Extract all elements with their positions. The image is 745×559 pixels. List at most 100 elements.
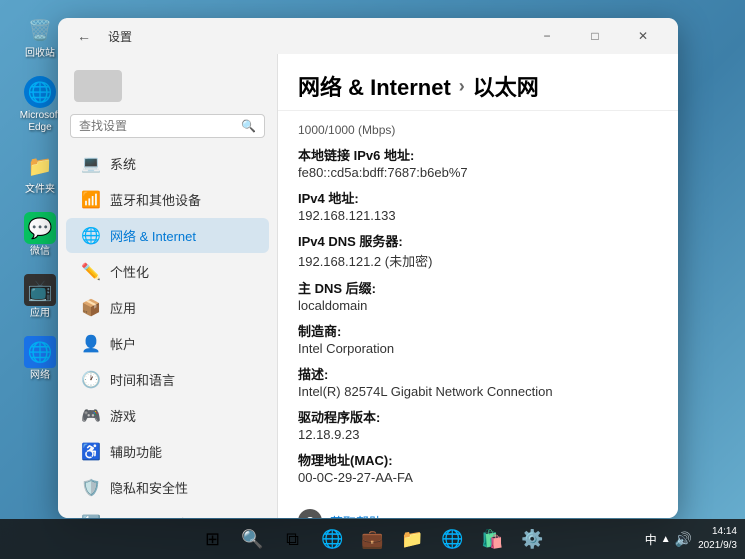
taskbar-taskview[interactable]: ⧉ xyxy=(275,521,311,557)
personalize-label: 个性化 xyxy=(110,262,149,281)
accessibility-label: 辅助功能 xyxy=(110,442,162,461)
accounts-label: 帐户 xyxy=(110,334,136,353)
taskbar-files[interactable]: 📁 xyxy=(395,521,431,557)
description-label: 描述: xyxy=(298,364,658,383)
sidebar-item-network[interactable]: 🌐 网络 & Internet xyxy=(66,218,269,253)
network-desktop-label: 网络 xyxy=(30,370,50,382)
description-value: Intel(R) 82574L Gigabit Network Connecti… xyxy=(298,384,658,399)
info-ipv4-section: IPv4 地址: 192.168.121.133 xyxy=(298,188,658,223)
sidebar-item-accessibility[interactable]: ♿ 辅助功能 xyxy=(66,434,269,469)
help-link-container[interactable]: ? 获取帮助 xyxy=(298,501,658,518)
bluetooth-label: 蓝牙和其他设备 xyxy=(110,190,201,209)
info-suffix-section: 主 DNS 后缀: localdomain xyxy=(298,278,658,313)
maximize-button[interactable]: □ xyxy=(572,20,618,52)
sidebar-header xyxy=(58,62,277,106)
privacy-icon: 🛡️ xyxy=(82,479,100,497)
sidebar-item-bluetooth[interactable]: 📶 蓝牙和其他设备 xyxy=(66,182,269,217)
tv-icon: 📺 xyxy=(24,274,56,306)
content-area: 🔍 💻 系统 📶 蓝牙和其他设备 🌐 网络 & Internet xyxy=(58,54,678,518)
taskbar-teams[interactable]: 💼 xyxy=(355,521,391,557)
breadcrumb-parent: 网络 & Internet xyxy=(298,70,451,102)
taskbar-start[interactable]: ⊞ xyxy=(195,521,231,557)
close-button[interactable]: ✕ xyxy=(620,20,666,52)
taskbar-edge2[interactable]: 🌐 xyxy=(435,521,471,557)
gaming-icon: 🎮 xyxy=(82,407,100,425)
time-label: 时间和语言 xyxy=(110,370,175,389)
desktop: 🗑️ 回收站 🌐 Microsoft Edge 📁 文件夹 💬 微信 📺 应用 … xyxy=(0,0,745,559)
suffix-label: 主 DNS 后缀: xyxy=(298,278,658,297)
wechat-icon: 💬 xyxy=(24,212,56,244)
taskbar: ⊞ 🔍 ⧉ 🌐 💼 📁 🌐 🛍️ ⚙️ 中 ▲ 🔊 14:14 2021/9/3 xyxy=(0,519,745,559)
sidebar-item-accounts[interactable]: 👤 帐户 xyxy=(66,326,269,361)
tv-label: 应用 xyxy=(30,308,50,320)
help-link[interactable]: 获取帮助 xyxy=(330,512,382,519)
network-label: 网络 & Internet xyxy=(110,226,196,245)
taskbar-sys-icons: 中 ▲ 🔊 xyxy=(645,531,692,548)
taskbar-settings[interactable]: ⚙️ xyxy=(515,521,551,557)
info-ipv6-section: 本地链接 IPv6 地址: fe80::cd5a:bdff:7687:b6eb%… xyxy=(298,145,658,180)
sidebar-item-system[interactable]: 💻 系统 xyxy=(66,146,269,181)
title-bar-nav: ← 设置 xyxy=(70,22,132,50)
ipv6-value: fe80::cd5a:bdff:7687:b6eb%7 xyxy=(298,165,658,180)
recycle-bin-icon: 🗑️ xyxy=(24,14,56,46)
network-icon: 🌐 xyxy=(82,227,100,245)
breadcrumb-separator: › xyxy=(459,76,465,97)
breadcrumb-current: 以太网 xyxy=(473,70,539,102)
system-label: 系统 xyxy=(110,154,136,173)
breadcrumb: 网络 & Internet › 以太网 xyxy=(298,70,658,102)
help-icon: ? xyxy=(298,509,322,518)
speed-value: 1000/1000 (Mbps) xyxy=(298,123,658,137)
suffix-value: localdomain xyxy=(298,298,658,313)
windows-update-icon: 🔄 xyxy=(82,515,100,519)
sidebar-item-privacy[interactable]: 🛡️ 隐私和安全性 xyxy=(66,470,269,505)
taskbar-clock[interactable]: 14:14 2021/9/3 xyxy=(698,525,737,553)
taskbar-store[interactable]: 🛍️ xyxy=(475,521,511,557)
info-driver-section: 驱动程序版本: 12.18.9.23 xyxy=(298,407,658,442)
search-icon[interactable]: 🔍 xyxy=(241,119,256,133)
accessibility-icon: ♿ xyxy=(82,443,100,461)
main-panel: 网络 & Internet › 以太网 1000/1000 (Mbps) 本地链… xyxy=(278,54,678,518)
info-manufacturer-section: 制造商: Intel Corporation xyxy=(298,321,658,356)
mac-value: 00-0C-29-27-AA-FA xyxy=(298,470,658,485)
taskbar-right: 中 ▲ 🔊 14:14 2021/9/3 xyxy=(645,525,737,553)
sidebar-item-time[interactable]: 🕐 时间和语言 xyxy=(66,362,269,397)
nav-list: 💻 系统 📶 蓝牙和其他设备 🌐 网络 & Internet ✏️ 个性化 xyxy=(58,146,277,518)
window-title: 设置 xyxy=(108,28,132,45)
edge-icon: 🌐 xyxy=(24,76,56,108)
minimize-button[interactable]: − xyxy=(524,20,570,52)
windows-update-label: Windows 更新 xyxy=(110,514,192,518)
sidebar: 🔍 💻 系统 📶 蓝牙和其他设备 🌐 网络 & Internet xyxy=(58,54,278,518)
taskbar-edge[interactable]: 🌐 xyxy=(315,521,351,557)
taskbar-ime[interactable]: 中 xyxy=(645,531,657,548)
taskbar-volume[interactable]: 🔊 xyxy=(675,531,692,548)
dns-value: 192.168.121.2 (未加密) xyxy=(298,251,658,270)
manufacturer-value: Intel Corporation xyxy=(298,341,658,356)
mac-label: 物理地址(MAC): xyxy=(298,450,658,469)
apps-label: 应用 xyxy=(110,298,136,317)
sidebar-item-personalize[interactable]: ✏️ 个性化 xyxy=(66,254,269,289)
manufacturer-label: 制造商: xyxy=(298,321,658,340)
accounts-icon: 👤 xyxy=(82,335,100,353)
sidebar-item-gaming[interactable]: 🎮 游戏 xyxy=(66,398,269,433)
bluetooth-icon: 📶 xyxy=(82,191,100,209)
info-dns-section: IPv4 DNS 服务器: 192.168.121.2 (未加密) xyxy=(298,231,658,270)
taskbar-center: ⊞ 🔍 ⧉ 🌐 💼 📁 🌐 🛍️ ⚙️ xyxy=(195,521,551,557)
avatar xyxy=(74,70,122,102)
taskbar-search[interactable]: 🔍 xyxy=(235,521,271,557)
settings-window: ← 设置 − □ ✕ 🔍 xyxy=(58,18,678,518)
apps-icon: 📦 xyxy=(82,299,100,317)
search-input[interactable] xyxy=(79,119,241,133)
personalize-icon: ✏️ xyxy=(82,263,100,281)
back-button[interactable]: ← xyxy=(70,22,98,50)
sidebar-item-apps[interactable]: 📦 应用 xyxy=(66,290,269,325)
ipv4-label: IPv4 地址: xyxy=(298,188,658,207)
sidebar-item-windows-update[interactable]: 🔄 Windows 更新 xyxy=(66,506,269,518)
ipv4-value: 192.168.121.133 xyxy=(298,208,658,223)
taskbar-chevron[interactable]: ▲ xyxy=(661,534,671,545)
recycle-bin-label: 回收站 xyxy=(25,48,55,60)
clock-time: 14:14 xyxy=(698,525,737,539)
main-content: 1000/1000 (Mbps) 本地链接 IPv6 地址: fe80::cd5… xyxy=(278,111,678,518)
driver-label: 驱动程序版本: xyxy=(298,407,658,426)
search-box[interactable]: 🔍 xyxy=(70,114,265,138)
driver-value: 12.18.9.23 xyxy=(298,427,658,442)
